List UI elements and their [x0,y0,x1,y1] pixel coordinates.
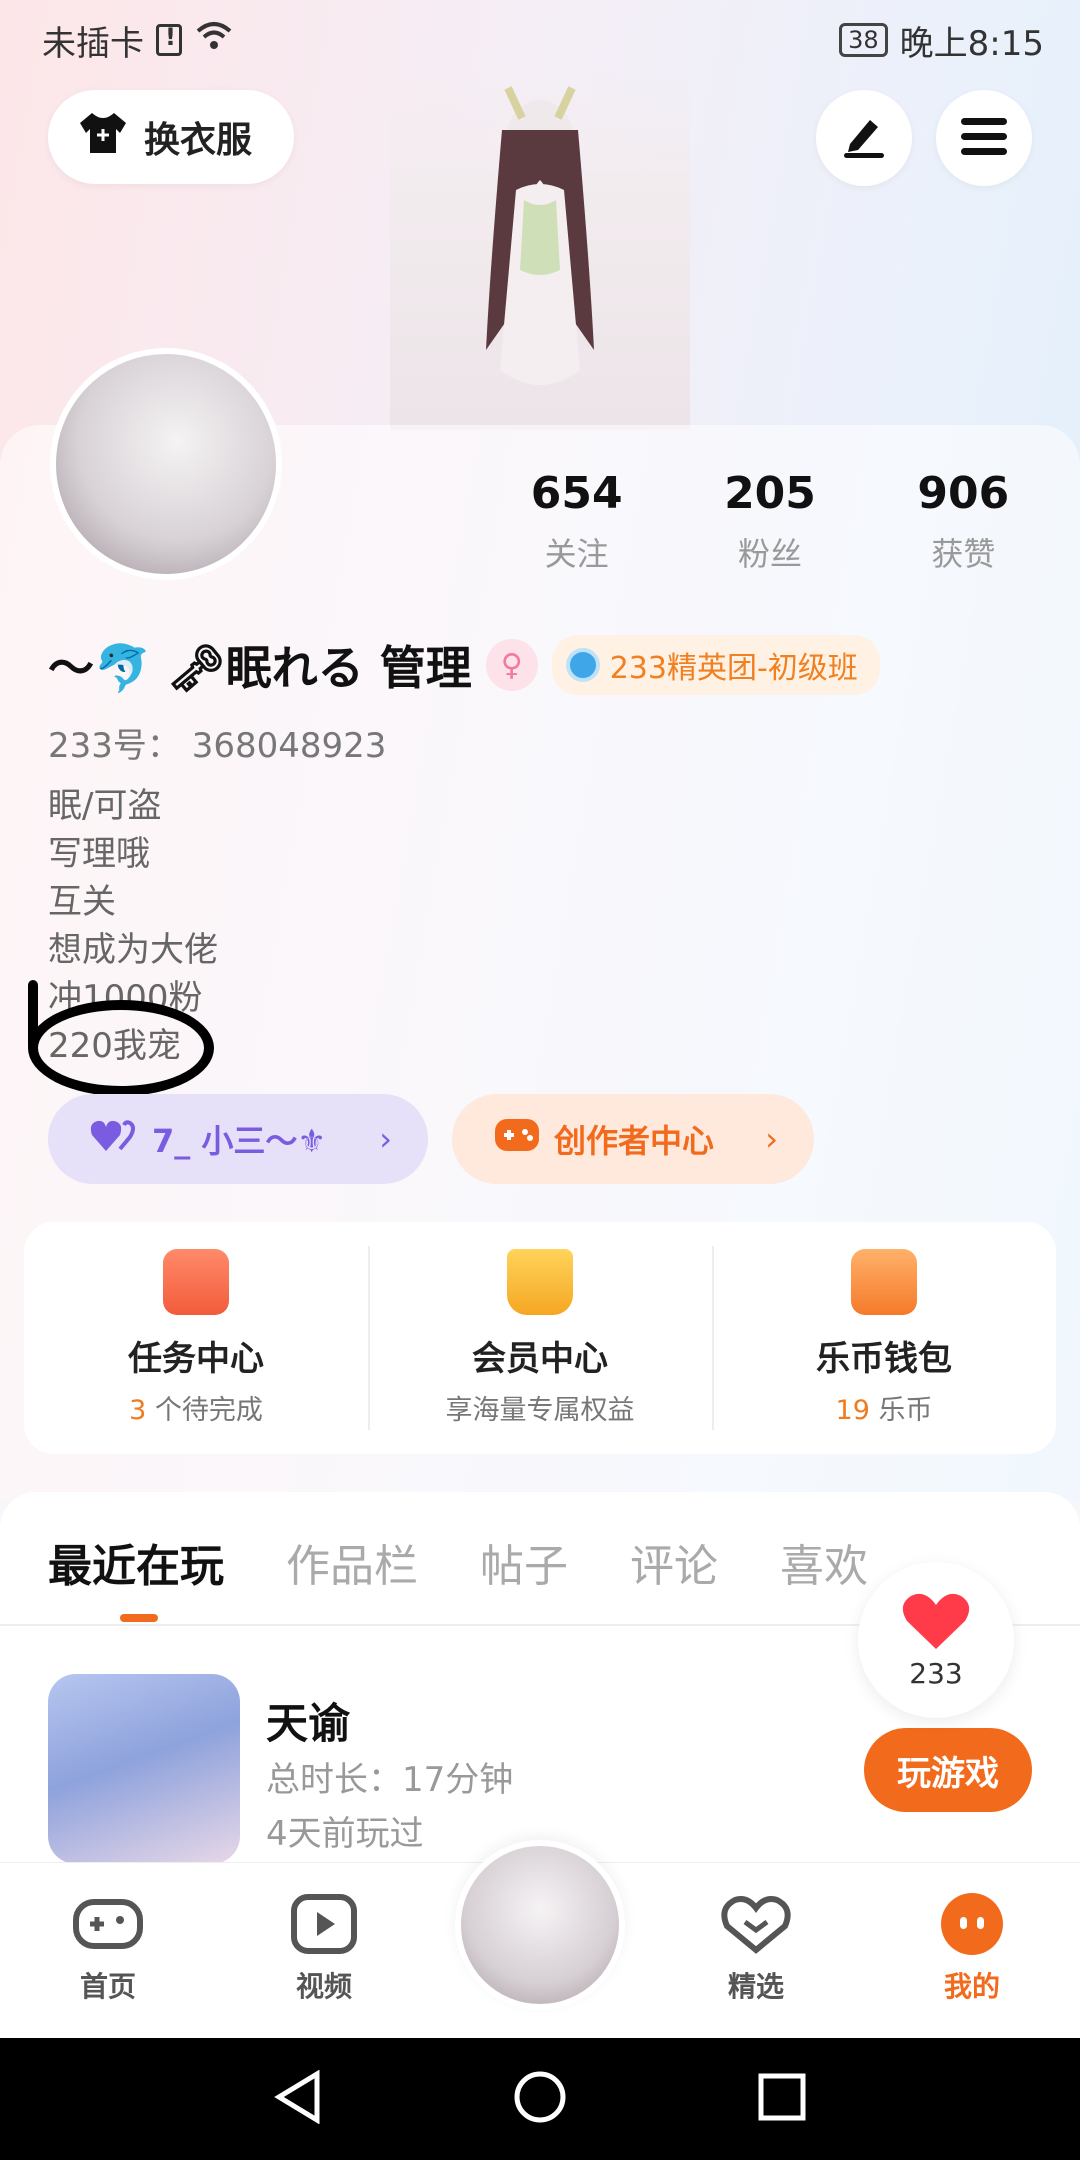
club-medal-icon [565,648,600,682]
chevron-right-icon: › [379,1120,392,1158]
change-clothes-label: 换衣服 [144,120,253,161]
carrier-text: 未插卡 [42,23,144,64]
heart-icon [901,1591,971,1655]
recent-game-item[interactable]: 天谕 总时长：17分钟 4天前玩过 玩游戏 [48,1674,1032,1864]
gamepad-icon [494,1118,540,1160]
center-avatar-button[interactable] [455,1840,625,2010]
hamburger-menu-icon [961,116,1007,160]
chevron-right-icon: › [765,1120,778,1158]
tab-comments[interactable]: 评论 [630,1530,718,1594]
edit-profile-button[interactable] [816,90,912,186]
stat-value: 205 [724,468,816,519]
nav-label: 视频 [295,1970,352,2003]
service-title: 乐币钱包 [816,1339,952,1379]
bio-line: 互关 [48,882,116,922]
wifi-icon [194,20,234,60]
shirt-icon [78,111,128,164]
floating-like-button[interactable]: 233 [858,1562,1014,1718]
sim-alert-icon [156,23,182,56]
fan-group-label: 7_ 小三～⚜ [152,1122,327,1160]
bio-line: 眠/可盗 [48,786,162,826]
service-highlight: 19 [835,1395,870,1426]
hand-drawn-annotation-circle [28,1000,214,1096]
pencil-icon [840,114,888,162]
avatar-character-figure [390,70,690,430]
heart-chat-icon [719,1893,793,1955]
service-subtitle: 3 个待完成 [129,1388,263,1427]
user-id[interactable]: 233号： 368048923 [48,718,386,767]
creator-center-label: 创作者中心 [554,1122,715,1160]
nav-mine[interactable]: 我的 [864,1863,1080,2038]
game-title: 天谕 [266,1699,351,1748]
creator-center-chip[interactable]: 创作者中心 › [452,1094,814,1184]
services-panel: 任务中心 3 个待完成 会员中心 享海量专属权益 乐币钱包 19 乐币 [24,1222,1056,1454]
fan-group-chip[interactable]: 7_ 小三～⚜ › [48,1094,428,1184]
game-last-played: 4天前玩过 [266,1814,424,1854]
clock-text: 晚上8:15 [899,23,1044,64]
game-cover-image [48,1674,240,1864]
stat-value: 906 [917,468,1010,519]
video-icon [287,1893,361,1955]
tab-works[interactable]: 作品栏 [286,1530,418,1594]
service-title: 会员中心 [472,1339,608,1379]
stat-label: 关注 [544,535,609,573]
nav-home[interactable]: 首页 [0,1863,216,2038]
club-name: 233精英团-初级班 [609,651,858,686]
service-highlight: 3 [129,1395,147,1426]
crown-icon [507,1249,573,1315]
menu-button[interactable] [936,90,1032,186]
service-subtitle-text: 享海量专属权益 [445,1395,635,1426]
status-bar: 未插卡 38 晚上8:15 [0,0,1080,80]
bio-line: 写理哦 [48,834,150,874]
female-gender-icon: ♀ [485,639,538,691]
battery-icon: 38 [839,23,888,57]
calendar-check-icon [163,1249,229,1315]
nav-featured[interactable]: 精选 [648,1863,864,2038]
system-navigation-bar [0,2038,1080,2160]
back-triangle-icon[interactable] [273,2069,323,2128]
profile-face-icon [935,1893,1009,1955]
stat-label: 粉丝 [737,535,802,573]
like-count: 233 [909,1656,963,1690]
gamepad-icon [71,1893,145,1955]
nav-label: 首页 [79,1970,136,2003]
service-subtitle-text: 乐币 [869,1395,933,1426]
game-duration: 总时长：17分钟 [266,1760,514,1800]
recents-square-icon[interactable] [757,2072,807,2126]
username: 〜🐬 🗝眠れる 管理 [48,641,472,695]
stat-following[interactable]: 654 关注 [480,468,673,575]
profile-stats: 654 关注 205 粉丝 906 获赞 [480,468,1060,575]
stat-value: 654 [530,468,623,519]
nav-video[interactable]: 视频 [216,1863,432,2038]
wallet-icon [851,1249,917,1315]
nav-label: 我的 [943,1970,1000,2003]
play-game-button[interactable]: 玩游戏 [864,1728,1032,1812]
tab-likes[interactable]: 喜欢 [780,1530,868,1594]
tab-recently-played[interactable]: 最近在玩 [48,1530,224,1622]
tab-posts[interactable]: 帖子 [480,1530,568,1594]
double-heart-icon [90,1117,138,1161]
service-title: 任务中心 [128,1339,264,1379]
home-circle-icon[interactable] [513,2070,567,2128]
service-subtitle-text: 个待完成 [146,1395,263,1426]
stat-followers[interactable]: 205 粉丝 [673,468,866,575]
wallet-entry[interactable]: 乐币钱包 19 乐币 [712,1222,1056,1454]
service-subtitle: 19 乐币 [836,1388,933,1427]
stat-label: 获赞 [931,535,996,573]
avatar[interactable] [50,348,282,580]
bio-line: 想成为大佬 [48,930,218,970]
task-center-entry[interactable]: 任务中心 3 个待完成 [24,1222,368,1454]
profile-tabs: 最近在玩 作品栏 帖子 评论 喜欢 [48,1530,930,1622]
nav-label: 精选 [727,1970,784,2003]
name-row: 〜🐬 🗝眠れる 管理 ♀ 233精英团-初级班 [48,632,880,698]
service-subtitle: 享海量专属权益 [446,1388,635,1427]
member-center-entry[interactable]: 会员中心 享海量专属权益 [368,1222,712,1454]
club-badge[interactable]: 233精英团-初级班 [551,635,880,695]
stat-likes[interactable]: 906 获赞 [867,468,1060,575]
change-clothes-button[interactable]: 换衣服 [48,90,294,184]
